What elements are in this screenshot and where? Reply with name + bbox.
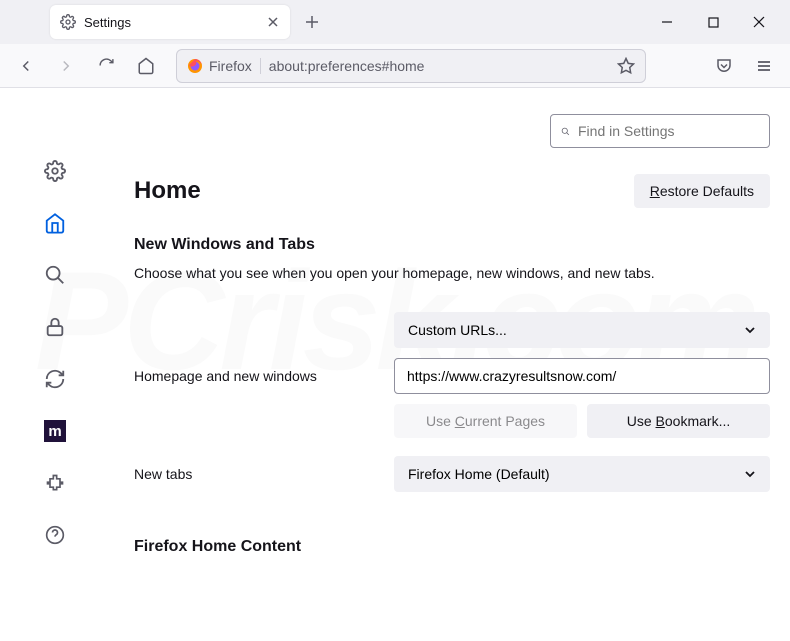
section-desc: Choose what you see when you open your h… — [134, 264, 770, 284]
window-controls — [644, 0, 782, 44]
section-title-windows-tabs: New Windows and Tabs — [134, 236, 770, 254]
sidebar-item-search[interactable] — [44, 264, 66, 286]
bookmark-star-icon[interactable] — [617, 57, 635, 75]
homepage-label: Homepage and new windows — [134, 312, 394, 384]
homepage-mode-select[interactable]: Custom URLs... — [394, 312, 770, 348]
app-menu-button[interactable] — [748, 50, 780, 82]
pocket-button[interactable] — [708, 50, 740, 82]
section-title-home-content: Firefox Home Content — [134, 538, 770, 556]
search-icon — [561, 124, 570, 139]
chevron-down-icon — [744, 468, 756, 480]
use-bookmark-button[interactable]: Use Bookmark... — [587, 404, 770, 438]
tab-settings[interactable]: Settings — [50, 5, 290, 39]
home-button[interactable] — [130, 50, 162, 82]
use-current-pages-button[interactable]: Use Current Pages — [394, 404, 577, 438]
maximize-button[interactable] — [690, 0, 736, 44]
close-icon[interactable] — [266, 15, 280, 29]
settings-main: Home Restore Defaults New Windows and Ta… — [110, 88, 790, 641]
minimize-button[interactable] — [644, 0, 690, 44]
sidebar-item-general[interactable] — [44, 160, 66, 182]
sidebar-item-help[interactable] — [44, 524, 66, 546]
titlebar: Settings — [0, 0, 790, 44]
sidebar-item-extensions[interactable] — [44, 472, 66, 494]
sidebar-item-home[interactable] — [44, 212, 66, 234]
back-button[interactable] — [10, 50, 42, 82]
newtabs-select[interactable]: Firefox Home (Default) — [394, 456, 770, 492]
sidebar-item-more-mozilla[interactable]: m — [44, 420, 66, 442]
identity-label: Firefox — [209, 58, 261, 74]
reload-button[interactable] — [90, 50, 122, 82]
gear-icon — [60, 14, 76, 30]
navbar: Firefox about:preferences#home — [0, 44, 790, 88]
find-settings-input[interactable] — [550, 114, 770, 148]
tab-title: Settings — [84, 15, 266, 30]
firefox-logo-icon — [187, 58, 203, 74]
page-title: Home — [134, 177, 201, 205]
identity-block: Firefox — [187, 58, 261, 74]
homepage-url-input[interactable] — [394, 358, 770, 394]
chevron-down-icon — [744, 324, 756, 336]
url-text: about:preferences#home — [269, 58, 609, 74]
settings-sidebar: m — [0, 88, 110, 641]
new-tab-button[interactable] — [298, 8, 326, 36]
close-button[interactable] — [736, 0, 782, 44]
sidebar-item-sync[interactable] — [44, 368, 66, 390]
url-bar[interactable]: Firefox about:preferences#home — [176, 49, 646, 83]
sidebar-item-privacy[interactable] — [44, 316, 66, 338]
restore-defaults-button[interactable]: Restore Defaults — [634, 174, 770, 208]
newtabs-label: New tabs — [134, 466, 394, 482]
forward-button[interactable] — [50, 50, 82, 82]
